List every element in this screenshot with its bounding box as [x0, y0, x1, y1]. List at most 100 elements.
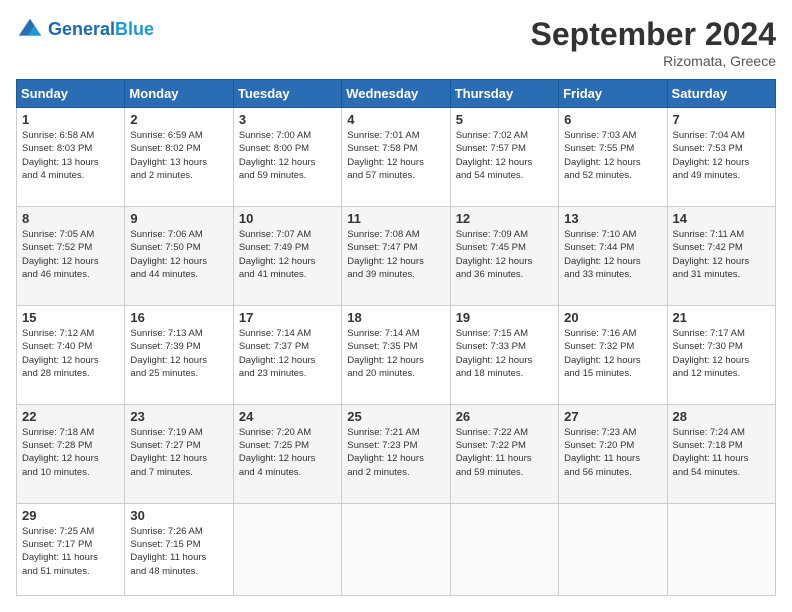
day-info: Sunrise: 7:23 AMSunset: 7:20 PMDaylight:…: [564, 426, 661, 479]
day-number: 27: [564, 409, 661, 424]
day-info: Sunrise: 7:16 AMSunset: 7:32 PMDaylight:…: [564, 327, 661, 380]
day-info: Sunrise: 7:14 AMSunset: 7:35 PMDaylight:…: [347, 327, 444, 380]
day-number: 1: [22, 112, 119, 127]
day-number: 2: [130, 112, 227, 127]
day-info: Sunrise: 7:11 AMSunset: 7:42 PMDaylight:…: [673, 228, 770, 281]
day-info: Sunrise: 7:04 AMSunset: 7:53 PMDaylight:…: [673, 129, 770, 182]
day-cell: 1 Sunrise: 6:58 AMSunset: 8:03 PMDayligh…: [17, 108, 125, 207]
day-cell: 11 Sunrise: 7:08 AMSunset: 7:47 PMDaylig…: [342, 206, 450, 305]
day-cell: 7 Sunrise: 7:04 AMSunset: 7:53 PMDayligh…: [667, 108, 775, 207]
day-info: Sunrise: 7:01 AMSunset: 7:58 PMDaylight:…: [347, 129, 444, 182]
day-cell: 9 Sunrise: 7:06 AMSunset: 7:50 PMDayligh…: [125, 206, 233, 305]
day-number: 15: [22, 310, 119, 325]
day-number: 29: [22, 508, 119, 523]
day-info: Sunrise: 7:21 AMSunset: 7:23 PMDaylight:…: [347, 426, 444, 479]
day-cell: 6 Sunrise: 7:03 AMSunset: 7:55 PMDayligh…: [559, 108, 667, 207]
table-row: 1 Sunrise: 6:58 AMSunset: 8:03 PMDayligh…: [17, 108, 776, 207]
day-info: Sunrise: 6:59 AMSunset: 8:02 PMDaylight:…: [130, 129, 227, 182]
day-number: 22: [22, 409, 119, 424]
table-row: 8 Sunrise: 7:05 AMSunset: 7:52 PMDayligh…: [17, 206, 776, 305]
day-cell: 20 Sunrise: 7:16 AMSunset: 7:32 PMDaylig…: [559, 305, 667, 404]
day-info: Sunrise: 7:02 AMSunset: 7:57 PMDaylight:…: [456, 129, 553, 182]
empty-cell: [559, 503, 667, 595]
table-row: 22 Sunrise: 7:18 AMSunset: 7:28 PMDaylig…: [17, 404, 776, 503]
day-number: 10: [239, 211, 336, 226]
day-cell: 14 Sunrise: 7:11 AMSunset: 7:42 PMDaylig…: [667, 206, 775, 305]
day-number: 12: [456, 211, 553, 226]
empty-cell: [667, 503, 775, 595]
day-cell: 23 Sunrise: 7:19 AMSunset: 7:27 PMDaylig…: [125, 404, 233, 503]
day-cell: 25 Sunrise: 7:21 AMSunset: 7:23 PMDaylig…: [342, 404, 450, 503]
day-number: 11: [347, 211, 444, 226]
table-row: 15 Sunrise: 7:12 AMSunset: 7:40 PMDaylig…: [17, 305, 776, 404]
logo-icon: [16, 16, 44, 44]
day-number: 14: [673, 211, 770, 226]
calendar: Sunday Monday Tuesday Wednesday Thursday…: [16, 79, 776, 596]
day-info: Sunrise: 7:18 AMSunset: 7:28 PMDaylight:…: [22, 426, 119, 479]
page: GeneralBlue September 2024 Rizomata, Gre…: [0, 0, 792, 612]
col-monday: Monday: [125, 80, 233, 108]
day-number: 9: [130, 211, 227, 226]
day-cell: 3 Sunrise: 7:00 AMSunset: 8:00 PMDayligh…: [233, 108, 341, 207]
day-number: 23: [130, 409, 227, 424]
col-saturday: Saturday: [667, 80, 775, 108]
day-cell: 12 Sunrise: 7:09 AMSunset: 7:45 PMDaylig…: [450, 206, 558, 305]
day-cell: 17 Sunrise: 7:14 AMSunset: 7:37 PMDaylig…: [233, 305, 341, 404]
day-info: Sunrise: 7:06 AMSunset: 7:50 PMDaylight:…: [130, 228, 227, 281]
day-cell: 5 Sunrise: 7:02 AMSunset: 7:57 PMDayligh…: [450, 108, 558, 207]
day-info: Sunrise: 7:20 AMSunset: 7:25 PMDaylight:…: [239, 426, 336, 479]
day-cell: 30 Sunrise: 7:26 AMSunset: 7:15 PMDaylig…: [125, 503, 233, 595]
day-info: Sunrise: 7:24 AMSunset: 7:18 PMDaylight:…: [673, 426, 770, 479]
col-wednesday: Wednesday: [342, 80, 450, 108]
logo-blue: Blue: [115, 19, 154, 39]
logo: GeneralBlue: [16, 16, 154, 44]
day-cell: 8 Sunrise: 7:05 AMSunset: 7:52 PMDayligh…: [17, 206, 125, 305]
day-number: 20: [564, 310, 661, 325]
day-number: 24: [239, 409, 336, 424]
day-number: 4: [347, 112, 444, 127]
col-sunday: Sunday: [17, 80, 125, 108]
day-cell: 10 Sunrise: 7:07 AMSunset: 7:49 PMDaylig…: [233, 206, 341, 305]
day-info: Sunrise: 7:12 AMSunset: 7:40 PMDaylight:…: [22, 327, 119, 380]
day-number: 5: [456, 112, 553, 127]
day-cell: 27 Sunrise: 7:23 AMSunset: 7:20 PMDaylig…: [559, 404, 667, 503]
location: Rizomata, Greece: [531, 53, 776, 69]
day-info: Sunrise: 7:05 AMSunset: 7:52 PMDaylight:…: [22, 228, 119, 281]
day-info: Sunrise: 7:10 AMSunset: 7:44 PMDaylight:…: [564, 228, 661, 281]
day-info: Sunrise: 7:22 AMSunset: 7:22 PMDaylight:…: [456, 426, 553, 479]
day-number: 13: [564, 211, 661, 226]
day-cell: 24 Sunrise: 7:20 AMSunset: 7:25 PMDaylig…: [233, 404, 341, 503]
header: GeneralBlue September 2024 Rizomata, Gre…: [16, 16, 776, 69]
day-info: Sunrise: 7:08 AMSunset: 7:47 PMDaylight:…: [347, 228, 444, 281]
day-number: 16: [130, 310, 227, 325]
day-number: 8: [22, 211, 119, 226]
day-info: Sunrise: 7:15 AMSunset: 7:33 PMDaylight:…: [456, 327, 553, 380]
day-number: 18: [347, 310, 444, 325]
table-row: 29 Sunrise: 7:25 AMSunset: 7:17 PMDaylig…: [17, 503, 776, 595]
day-cell: 28 Sunrise: 7:24 AMSunset: 7:18 PMDaylig…: [667, 404, 775, 503]
day-cell: 21 Sunrise: 7:17 AMSunset: 7:30 PMDaylig…: [667, 305, 775, 404]
day-info: Sunrise: 7:25 AMSunset: 7:17 PMDaylight:…: [22, 525, 119, 578]
day-info: Sunrise: 7:14 AMSunset: 7:37 PMDaylight:…: [239, 327, 336, 380]
day-info: Sunrise: 6:58 AMSunset: 8:03 PMDaylight:…: [22, 129, 119, 182]
day-cell: 13 Sunrise: 7:10 AMSunset: 7:44 PMDaylig…: [559, 206, 667, 305]
day-cell: 4 Sunrise: 7:01 AMSunset: 7:58 PMDayligh…: [342, 108, 450, 207]
day-number: 21: [673, 310, 770, 325]
logo-text: GeneralBlue: [48, 20, 154, 40]
day-number: 17: [239, 310, 336, 325]
day-number: 7: [673, 112, 770, 127]
day-info: Sunrise: 7:00 AMSunset: 8:00 PMDaylight:…: [239, 129, 336, 182]
day-info: Sunrise: 7:03 AMSunset: 7:55 PMDaylight:…: [564, 129, 661, 182]
day-info: Sunrise: 7:19 AMSunset: 7:27 PMDaylight:…: [130, 426, 227, 479]
day-info: Sunrise: 7:13 AMSunset: 7:39 PMDaylight:…: [130, 327, 227, 380]
col-tuesday: Tuesday: [233, 80, 341, 108]
day-info: Sunrise: 7:26 AMSunset: 7:15 PMDaylight:…: [130, 525, 227, 578]
day-cell: 19 Sunrise: 7:15 AMSunset: 7:33 PMDaylig…: [450, 305, 558, 404]
col-thursday: Thursday: [450, 80, 558, 108]
day-cell: 22 Sunrise: 7:18 AMSunset: 7:28 PMDaylig…: [17, 404, 125, 503]
col-friday: Friday: [559, 80, 667, 108]
day-cell: 2 Sunrise: 6:59 AMSunset: 8:02 PMDayligh…: [125, 108, 233, 207]
day-info: Sunrise: 7:17 AMSunset: 7:30 PMDaylight:…: [673, 327, 770, 380]
day-number: 26: [456, 409, 553, 424]
day-info: Sunrise: 7:09 AMSunset: 7:45 PMDaylight:…: [456, 228, 553, 281]
